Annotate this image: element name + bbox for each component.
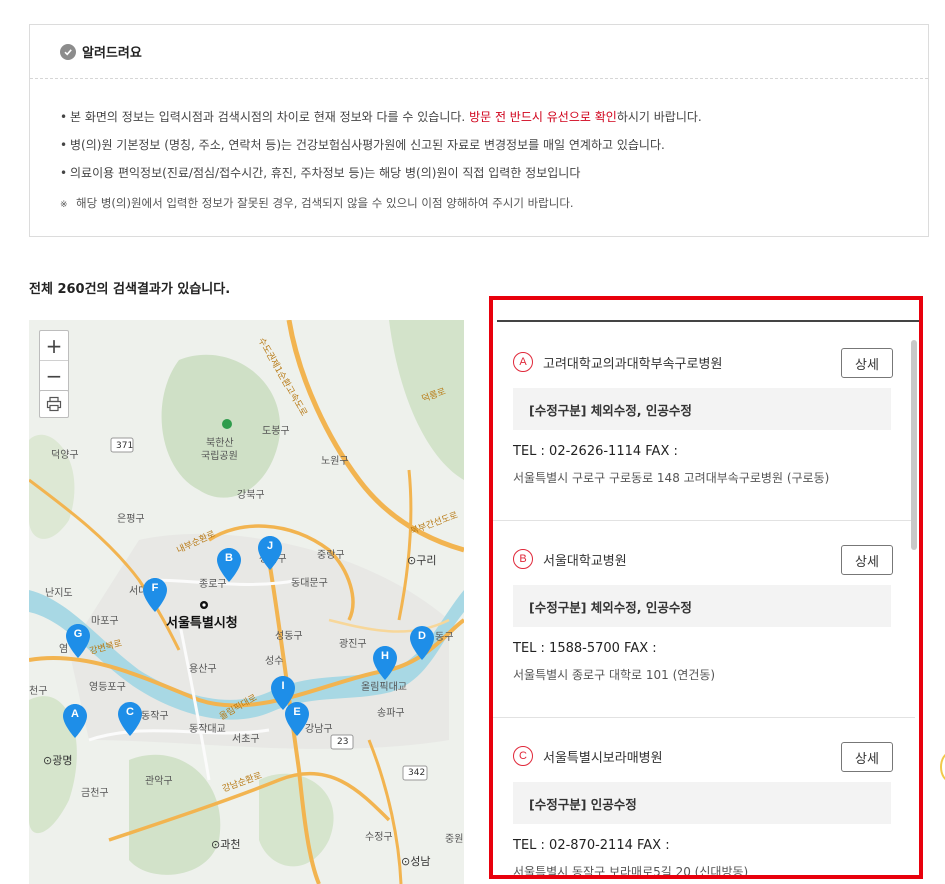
map-marker-f[interactable]: F xyxy=(143,578,167,612)
detail-button[interactable]: 상세 xyxy=(841,545,893,575)
map-label: 송파구 xyxy=(377,708,405,719)
print-button[interactable] xyxy=(39,390,69,418)
map-label: 동대문구 xyxy=(291,578,328,589)
map-label: 서초구 xyxy=(232,734,260,745)
hospital-list-item: C 서울특별시보라매병원 상세 [수정구분] 인공수정 TEL : 02-870… xyxy=(493,718,915,879)
floating-button-edge[interactable] xyxy=(940,752,945,782)
hospital-letter-badge: B xyxy=(513,549,533,569)
notice-line: • 병(의)원 기본정보 (명칭, 주소, 연락처 등)는 건강보험심사평가원에 … xyxy=(60,138,665,152)
hospital-name[interactable]: 서울대학교병원 xyxy=(543,550,627,569)
hospital-address: 서울특별시 동작구 보라매로5길 20 (신대방동) xyxy=(513,865,749,879)
map-label: 23 xyxy=(337,737,349,747)
hospital-name[interactable]: 서울특별시보라매병원 xyxy=(543,747,663,766)
map-label: ⊙과천 xyxy=(211,838,241,851)
map-label: 성동구 xyxy=(275,631,303,642)
map-zoom-control: + − xyxy=(39,330,69,392)
map-label: 국립공원 xyxy=(201,451,238,462)
hospital-list-item: B 서울대학교병원 상세 [수정구분] 체외수정, 인공수정 TEL : 158… xyxy=(493,521,915,718)
zoom-in-button[interactable]: + xyxy=(40,331,68,361)
map-label: 영등포구 xyxy=(89,682,126,693)
printer-icon xyxy=(46,396,62,412)
map-label: 광진구 xyxy=(339,639,367,650)
map-marker-j[interactable]: J xyxy=(258,536,282,570)
map-background xyxy=(29,320,464,884)
zoom-out-button[interactable]: − xyxy=(40,361,68,391)
hospital-address: 서울특별시 구로구 구로동로 148 고려대부속구로병원 (구로동) xyxy=(513,471,830,485)
detail-button[interactable]: 상세 xyxy=(841,742,893,772)
map-label: 강남구 xyxy=(305,724,333,735)
hospital-address: 서울특별시 종로구 대학로 101 (연건동) xyxy=(513,668,716,682)
map-label: 중랑구 xyxy=(317,550,345,561)
list-top-divider xyxy=(497,320,919,322)
notice-line: • 의료이용 편익정보(진료/점심/접수시간, 휴진, 주차정보 등)는 해당 병… xyxy=(60,166,581,180)
map-label: 난지도 xyxy=(45,588,73,599)
map-label: 관악구 xyxy=(145,776,173,787)
revision-type: [수정구분] 체외수정, 인공수정 xyxy=(513,388,891,430)
hospital-list: A 고려대학교의과대학부속구로병원 상세 [수정구분] 체외수정, 인공수정 T… xyxy=(493,324,915,879)
map-label: 은평구 xyxy=(117,514,145,525)
map-label: 동구 xyxy=(435,632,454,643)
check-circle-icon xyxy=(60,43,76,60)
map-label: 중원 xyxy=(445,834,464,845)
map-marker-i[interactable]: I xyxy=(271,676,295,710)
map-marker-h[interactable]: H xyxy=(373,646,397,680)
map-label-city-hall: 서울특별시청 xyxy=(166,616,238,631)
map-label: 금천구 xyxy=(81,788,109,799)
map-marker-g[interactable]: G xyxy=(66,624,90,658)
notice-box: 알려드려요 • 본 화면의 정보는 입력시점과 검색시점의 차이로 현재 정보와 … xyxy=(29,24,929,237)
notice-title: 알려드려요 xyxy=(82,46,142,61)
map-label: 342 xyxy=(408,768,426,778)
hospital-phone: TEL : 02-2626-1114 FAX : xyxy=(513,444,678,459)
map-label: 마포구 xyxy=(91,616,119,627)
map-view[interactable]: 북한산 국립공원 도봉구 노원구 강북구 은평구 성북구 중랑구 ⊙구리 종로구… xyxy=(29,320,464,884)
hospital-phone: TEL : 02-870-2114 FAX : xyxy=(513,838,670,853)
map-label: 천구 xyxy=(29,686,48,697)
result-count: 전체 260건의 검색결과가 있습니다. xyxy=(29,282,231,297)
map-label: 강북구 xyxy=(237,490,265,501)
hospital-list-item: A 고려대학교의과대학부속구로병원 상세 [수정구분] 체외수정, 인공수정 T… xyxy=(493,324,915,521)
revision-type: [수정구분] 인공수정 xyxy=(513,782,891,824)
map-label: 수정구 xyxy=(365,832,393,843)
map-marker-d[interactable]: D xyxy=(410,626,434,660)
map-label: 동작구 xyxy=(141,711,169,722)
map-label: 덕양구 xyxy=(51,450,79,461)
detail-button[interactable]: 상세 xyxy=(841,348,893,378)
map-label: 용산구 xyxy=(189,664,217,675)
map-marker-c[interactable]: C xyxy=(118,702,142,736)
list-scrollbar[interactable] xyxy=(911,340,917,550)
map-marker-a[interactable]: A xyxy=(63,704,87,738)
map-label: 노원구 xyxy=(321,456,349,467)
revision-type: [수정구분] 체외수정, 인공수정 xyxy=(513,585,891,627)
map-label: 성수 xyxy=(265,656,284,667)
hospital-phone: TEL : 1588-5700 FAX : xyxy=(513,641,657,656)
map-label: 동작대교 xyxy=(189,724,226,735)
map-marker-b[interactable]: B xyxy=(217,548,241,582)
notice-emphasis: 방문 전 반드시 유선으로 확인 xyxy=(469,110,617,124)
map-label: ⊙성남 xyxy=(401,855,431,868)
notice-line: • 본 화면의 정보는 입력시점과 검색시점의 차이로 현재 정보와 다를 수 있… xyxy=(60,110,702,124)
notice-line: ※ 해당 병(의)원에서 입력한 정보가 잘못된 경우, 검색되지 않을 수 있으… xyxy=(60,196,574,210)
notice-body: • 본 화면의 정보는 입력시점과 검색시점의 차이로 현재 정보와 다를 수 있… xyxy=(30,79,928,219)
hospital-letter-badge: A xyxy=(513,352,533,372)
notice-header: 알려드려요 xyxy=(30,25,928,79)
map-label: ⊙구리 xyxy=(407,554,437,567)
map-label: 도봉구 xyxy=(262,426,290,437)
hospital-list-panel: A 고려대학교의과대학부속구로병원 상세 [수정구분] 체외수정, 인공수정 T… xyxy=(489,296,923,879)
map-label: 올림픽대교 xyxy=(361,682,407,693)
map-label: ⊙광명 xyxy=(43,754,73,767)
map-label: 371 xyxy=(116,441,134,451)
hospital-letter-badge: C xyxy=(513,746,533,766)
hospital-name[interactable]: 고려대학교의과대학부속구로병원 xyxy=(543,353,722,372)
